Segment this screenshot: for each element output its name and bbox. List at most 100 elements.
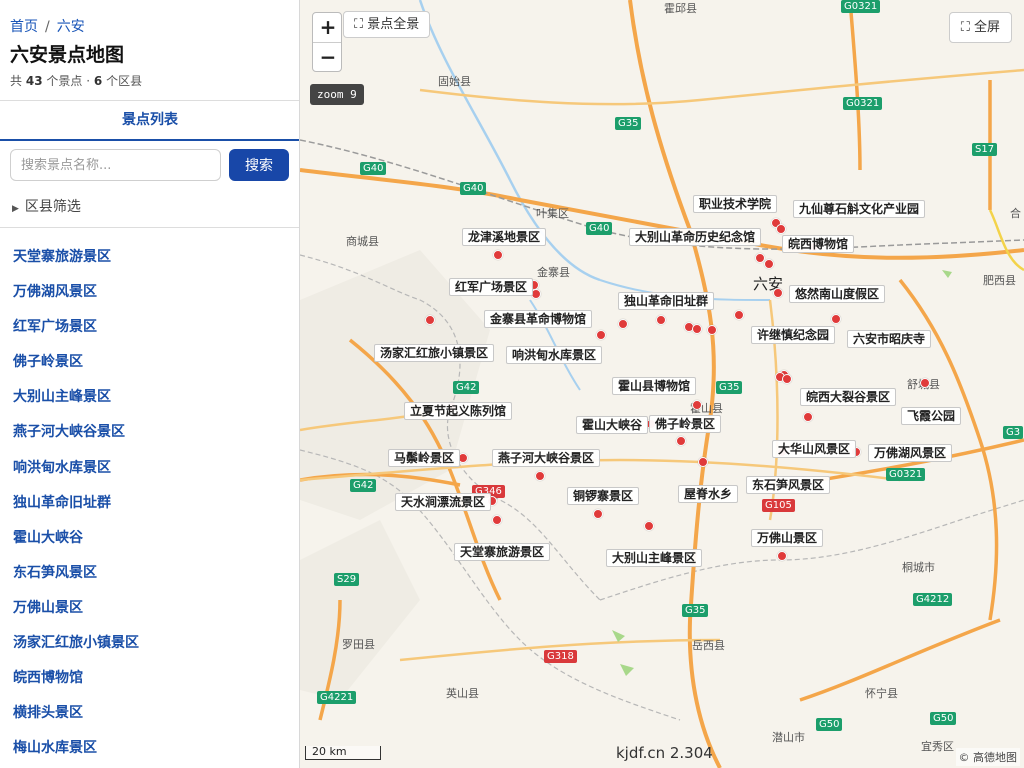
zoom-level-badge: zoom 9 [310,84,364,105]
spot-map-label[interactable]: 万佛山景区 [751,529,824,547]
spot-map-label[interactable]: 职业技术学院 [693,195,778,213]
spot-marker-icon[interactable] [492,515,502,525]
spot-marker-icon[interactable] [425,315,435,325]
spot-marker-icon[interactable] [773,288,783,298]
spot-marker-icon[interactable] [920,378,930,388]
spot-map-label[interactable]: 霍山县博物馆 [612,377,697,395]
road-shield: G40 [586,222,613,235]
fullscreen-button[interactable]: ⛶ 全屏 [948,12,1012,43]
tab-spot-list[interactable]: 景点列表 [0,101,299,141]
spot-marker-icon[interactable] [803,412,813,422]
spot-map-label[interactable]: 铜锣寨景区 [567,487,640,505]
road-shield: G0321 [843,97,883,110]
stats-prefix: 共 [10,74,23,88]
breadcrumb: 首页 / 六安 [10,16,85,36]
spot-marker-icon[interactable] [764,259,774,269]
road-shield: G4212 [913,593,953,606]
spot-marker-icon[interactable] [698,457,708,467]
show-all-spots-button[interactable]: ⛶ 景点全景 [343,11,431,38]
spot-list-item[interactable]: 燕子河大峡谷景区 [0,415,299,450]
spot-list-item[interactable]: 大别山主峰景区 [0,380,299,415]
spot-marker-icon[interactable] [707,325,717,335]
road-shield: S29 [334,573,360,586]
spot-list-item[interactable]: 东石笋风景区 [0,556,299,591]
spot-marker-icon[interactable] [776,224,786,234]
county-filter-toggle[interactable]: ▶ 区县筛选 [12,196,81,216]
road-shield: G40 [460,182,487,195]
triangle-right-icon: ▶ [12,204,19,214]
search-input[interactable] [10,149,221,181]
spot-list-item[interactable]: 梅山水库景区 [0,731,299,766]
spot-list-item[interactable]: 汤家汇红旅小镇景区 [0,626,299,661]
spot-list-item[interactable]: 万佛湖风景区 [0,275,299,310]
expand-icon: ⛶ [354,17,364,32]
fullscreen-label: 全屏 [973,20,1000,35]
spot-marker-icon[interactable] [692,324,702,334]
search-button[interactable]: 搜索 [229,149,289,181]
spot-marker-icon[interactable] [618,319,628,329]
spot-map-label[interactable]: 响洪甸水库景区 [506,346,603,364]
spot-marker-icon[interactable] [692,400,702,410]
road-shield: G50 [930,712,957,725]
spot-map-label[interactable]: 万佛湖风景区 [868,444,953,462]
spot-map-label[interactable]: 天堂寨旅游景区 [454,543,551,561]
road-shield: G35 [682,604,709,617]
spot-map-label[interactable]: 独山革命旧址群 [618,292,715,310]
spot-marker-icon[interactable] [596,330,606,340]
road-shield: G42 [453,381,480,394]
spot-list-item[interactable]: 响洪甸水库景区 [0,451,299,486]
spot-map-label[interactable]: 龙津溪地景区 [462,228,547,246]
page-stats: 共 43 个景点 · 6 个区县 [10,72,142,89]
spot-marker-icon[interactable] [777,551,787,561]
place-name-label: 桐城市 [902,561,935,574]
road-shield: G42 [350,479,377,492]
spot-map-label[interactable]: 皖西博物馆 [782,235,855,253]
spot-marker-icon[interactable] [831,314,841,324]
spot-map-label[interactable]: 大别山革命历史纪念馆 [629,228,762,246]
place-name-label: 商城县 [346,235,379,248]
spot-map-label[interactable]: 红军广场景区 [449,278,534,296]
spot-marker-icon[interactable] [493,250,503,260]
spot-map-label[interactable]: 立夏节起义陈列馆 [404,402,513,420]
spot-map-label[interactable]: 九仙尊石斛文化产业园 [793,200,926,218]
spot-list-item[interactable]: 红军广场景区 [0,310,299,345]
map-view[interactable]: 固始县叶集区商城县金寨县霍山县舒城县岳西县罗田县英山县怀宁县潜山市宜秀区桐城市肥… [300,0,1024,768]
spot-map-label[interactable]: 佛子岭景区 [649,415,722,433]
spot-list-item[interactable]: 皖西博物馆 [0,661,299,696]
road-shield: G40 [360,162,387,175]
place-name-label: 叶集区 [536,207,569,220]
spot-map-label[interactable]: 飞霞公园 [901,407,962,425]
spot-map-label[interactable]: 燕子河大峡谷景区 [492,449,601,467]
spot-list-item[interactable]: 万佛山景区 [0,591,299,626]
spot-map-label[interactable]: 大别山主峰景区 [606,549,703,567]
zoom-in-button[interactable]: + [313,13,341,43]
spot-marker-icon[interactable] [676,436,686,446]
spot-list-item[interactable]: 独山革命旧址群 [0,486,299,521]
spot-map-label[interactable]: 霍山大峡谷 [576,416,649,434]
breadcrumb-home-link[interactable]: 首页 [10,19,38,35]
spot-list-item[interactable]: 天堂寨旅游景区 [0,240,299,275]
spot-map-label[interactable]: 许继慎纪念园 [751,326,836,344]
spot-marker-icon[interactable] [593,509,603,519]
spot-map-label[interactable]: 大华山风景区 [772,440,857,458]
spot-map-label[interactable]: 汤家汇红旅小镇景区 [374,344,495,362]
spot-map-label[interactable]: 马鬃岭景区 [388,449,461,467]
spot-map-label[interactable]: 屋脊水乡 [678,485,739,503]
spot-map-label[interactable]: 六安市昭庆寺 [847,330,932,348]
spot-marker-icon[interactable] [644,521,654,531]
spot-list-item[interactable]: 横排头景区 [0,696,299,731]
spot-map-label[interactable]: 天水涧漂流景区 [395,493,492,511]
spot-map-label[interactable]: 悠然南山度假区 [789,285,886,303]
spot-map-label[interactable]: 东石笋风景区 [746,476,831,494]
spot-marker-icon[interactable] [535,471,545,481]
spot-map-label[interactable]: 金寨县革命博物馆 [484,310,593,328]
spot-list-item[interactable]: 霍山大峡谷 [0,521,299,556]
fullscreen-icon: ⛶ [960,20,970,35]
spot-map-label[interactable]: 皖西大裂谷景区 [800,388,897,406]
spot-marker-icon[interactable] [734,310,744,320]
zoom-out-button[interactable]: − [313,43,341,71]
spot-marker-icon[interactable] [782,374,792,384]
breadcrumb-current-link[interactable]: 六安 [57,19,85,35]
spot-marker-icon[interactable] [656,315,666,325]
spot-list-item[interactable]: 佛子岭景区 [0,345,299,380]
